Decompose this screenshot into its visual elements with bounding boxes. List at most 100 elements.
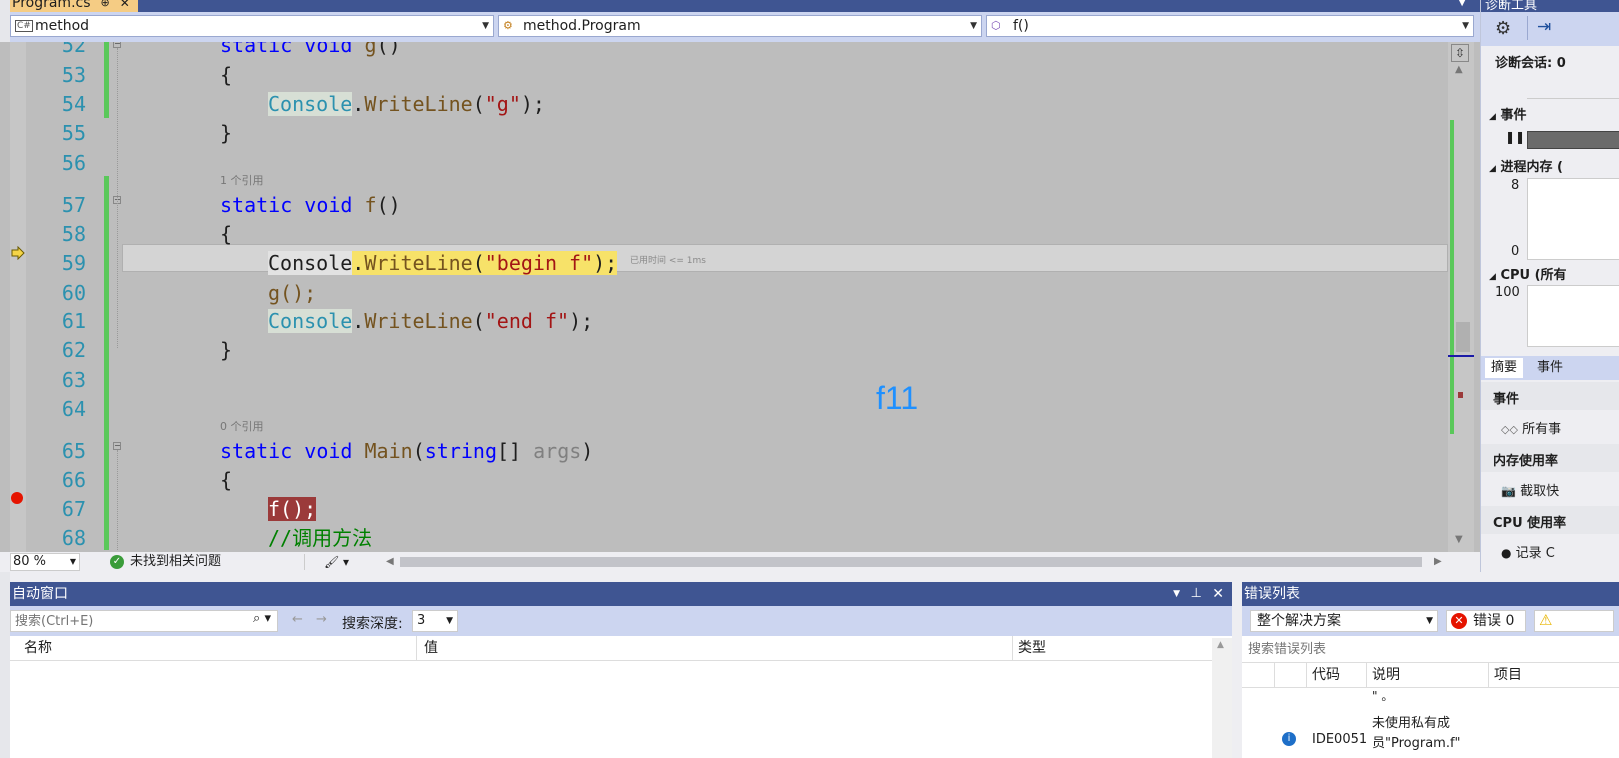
scroll-up-icon[interactable]: ▲ [1217,640,1224,650]
line-number: 65 [61,439,86,463]
camera-icon: 📷 [1501,484,1516,498]
close-icon[interactable]: ✕ [1212,582,1224,606]
pin-icon[interactable]: ⊥ [1191,582,1202,606]
process-memory-header[interactable]: ◢ 进程内存 ( [1489,156,1563,175]
line-number: 58 [61,222,86,246]
scroll-down-icon[interactable]: ▼ [1455,534,1463,545]
events-section-header[interactable]: ◢ 事件 [1489,104,1526,123]
member-dropdown[interactable]: ⬡ f() ▼ [986,15,1474,37]
error-search-box[interactable] [1242,636,1619,663]
divider[interactable] [1306,663,1307,687]
chevron-down-icon: ▼ [1426,616,1433,626]
type-dropdown[interactable]: ⚙ method.Program ▼ [498,15,982,37]
info-icon: i [1282,732,1296,746]
export-icon[interactable]: ⇥ [1537,17,1551,37]
brush-icon[interactable]: 🖌 ▾ [324,552,349,572]
column-name[interactable]: 名称 [24,636,52,660]
all-events-link[interactable]: ◇◇ 所有事 [1501,418,1561,437]
divider [1527,16,1528,40]
errors-filter-button[interactable]: ✕ 错误 0 [1446,610,1526,632]
zoom-dropdown[interactable]: 80 % ▼ [10,553,80,571]
cpu-graph[interactable] [1527,285,1619,347]
divider[interactable] [1274,663,1275,687]
take-snapshot-button[interactable]: 📷 截取快 [1501,480,1559,499]
autos-search-box[interactable]: ⌕ ▾ [10,610,278,632]
reference-count-f[interactable]: 1 个引用 [220,172,264,188]
gear-icon[interactable]: ⚙ [1495,18,1511,39]
glyph-margin[interactable] [10,42,26,552]
column-type[interactable]: 类型 [1018,636,1046,660]
scroll-left-icon[interactable]: ◀ [386,552,394,572]
column-project[interactable]: 项目 [1494,663,1522,687]
code-line-65: static void Main(string[] args) [220,439,594,463]
record-icon: ● [1501,546,1512,560]
warnings-filter-button[interactable]: ⚠ [1534,610,1614,632]
caret-position-marker [1448,355,1474,357]
breakpoint-icon[interactable] [11,492,23,504]
error-search-input[interactable] [1242,636,1610,662]
chevron-down-icon: ▼ [482,21,489,31]
code-editor[interactable]: − − − 52 53 54 55 56 57 58 59 60 61 62 63 64 65 66 67 68… [0,42,1480,552]
autos-title: 自动窗口 [12,586,68,602]
tab-events[interactable]: 事件 [1537,358,1563,378]
search-depth-dropdown[interactable]: 3 ▼ [412,610,458,632]
back-arrow-icon[interactable]: ← [292,612,303,627]
divider[interactable] [416,636,417,660]
error-icon: ✕ [1451,613,1467,629]
timeline-ruler[interactable] [1527,76,1619,99]
project-dropdown[interactable]: C# method ▼ [10,15,494,37]
column-code[interactable]: 代码 [1312,663,1340,687]
type-name: method.Program [523,18,641,34]
divider[interactable] [1012,636,1013,660]
vertical-scrollbar[interactable]: ⇳ ▲ ▼ [1448,42,1474,552]
horizontal-scrollbar[interactable] [400,557,1422,567]
error-list-column-headers: 代码 说明 项目 [1242,663,1619,688]
memory-usage-group: 内存使用率 [1481,444,1619,472]
reference-count-main[interactable]: 0 个引用 [220,418,264,434]
tab-summary[interactable]: 摘要 [1485,358,1524,378]
autos-column-headers: 名称 值 类型 [10,636,1232,661]
collapse-icon[interactable]: − [113,442,121,450]
line-number: 53 [61,63,86,87]
events-group: 事件 [1481,382,1619,410]
events-track[interactable] [1527,131,1619,149]
line-number: 60 [61,281,86,305]
forward-arrow-icon[interactable]: → [316,612,327,627]
error-list-window: 错误列表 整个解决方案 ▼ ✕ 错误 0 ⚠ 代码 说明 项目 " 。 未使用私… [1242,582,1619,758]
document-tab-program-cs[interactable]: Program.cs ⊕ ✕ [0,0,138,12]
code-line-55: } [220,121,233,145]
close-icon[interactable]: ✕ [120,0,130,12]
autos-search-input[interactable] [11,611,245,631]
issues-status[interactable]: 未找到相关问题 [130,552,221,572]
scroll-up-icon[interactable]: ▲ [1455,64,1463,75]
divider[interactable] [1488,663,1489,687]
pause-icon[interactable]: ❚❚ [1505,130,1525,144]
autos-scrollbar[interactable]: ▲ [1212,638,1232,758]
diagnostics-toolbar: ⚙ ⇥ [1481,12,1619,46]
project-name: method [35,18,90,34]
scope-dropdown[interactable]: 整个解决方案 ▼ [1250,610,1438,632]
pin-icon[interactable]: ⊕ [101,0,110,12]
scroll-right-icon[interactable]: ▶ [1434,552,1442,572]
code-line-57: static void f() [220,193,401,217]
column-description[interactable]: 说明 [1372,663,1400,687]
chevron-down-icon[interactable]: ▼ [1173,582,1180,606]
search-icon[interactable]: ⌕ ▾ [253,611,271,626]
chevron-down-icon[interactable]: ▼ [1458,0,1466,8]
line-number: 62 [61,338,86,362]
divider[interactable] [1366,663,1367,687]
column-value[interactable]: 值 [424,636,438,660]
navigation-bar: C# method ▼ ⚙ method.Program ▼ ⬡ f() ▼ [0,12,1480,42]
scroll-thumb[interactable] [1456,322,1470,352]
chevron-down-icon: ▼ [446,616,453,626]
split-icon[interactable]: ⇳ [1451,44,1469,62]
elapsed-time-perftip[interactable]: 已用时间 <= 1ms [630,253,706,266]
cpu-header[interactable]: ◢ CPU (所有 [1489,264,1567,283]
chevron-down-icon: ▼ [970,21,977,31]
description-fragment: " 。 [1372,689,1394,703]
warning-icon: ⚠ [1539,611,1553,629]
memory-graph[interactable] [1527,178,1619,260]
record-cpu-button[interactable]: ● 记录 C [1501,542,1555,561]
line-number: 55 [61,121,86,145]
error-list-row[interactable]: " 。 未使用私有成 i IDE0051 员"Program.f" [1242,688,1619,758]
